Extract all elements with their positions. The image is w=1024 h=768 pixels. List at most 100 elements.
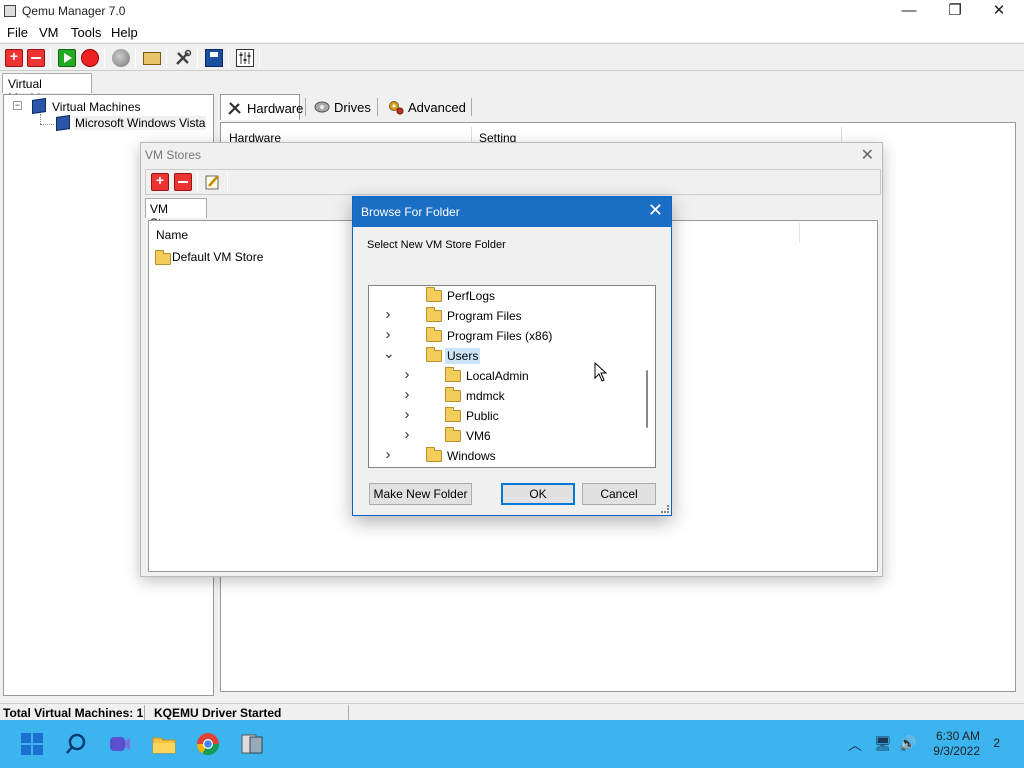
- make-new-folder-button[interactable]: Make New Folder: [369, 483, 472, 505]
- remove-store-icon[interactable]: [174, 173, 192, 191]
- restore-button[interactable]: ❐: [932, 0, 978, 22]
- status-kqemu: KQEMU Driver Started: [154, 706, 282, 720]
- chat-icon[interactable]: [108, 732, 132, 756]
- folder-icon: [426, 347, 442, 362]
- folder-tree-item[interactable]: › Windows: [369, 446, 639, 466]
- tree-vm-item[interactable]: Microsoft Windows Vista: [74, 116, 207, 130]
- edit-store-icon[interactable]: [204, 173, 222, 191]
- tools-icon[interactable]: [174, 49, 192, 67]
- vm-stores-close-icon[interactable]: ✕: [861, 145, 874, 165]
- tab-advanced-label: Advanced: [408, 100, 466, 115]
- folder-label: mdmck: [466, 389, 505, 403]
- folder-tree-item[interactable]: › Program Files: [369, 306, 639, 326]
- chevron-right-icon[interactable]: ›: [402, 386, 412, 403]
- status-bar: Total Virtual Machines: 1 KQEMU Driver S…: [0, 703, 1024, 721]
- vm-group-icon: [32, 98, 46, 114]
- folder-label: Public: [466, 409, 499, 423]
- folder-icon: [426, 447, 442, 462]
- drives-icon: [314, 99, 330, 115]
- vm-icon: [56, 115, 70, 131]
- clock[interactable]: 6:30 AM 9/3/2022: [933, 729, 980, 759]
- tab-advanced[interactable]: Advanced: [382, 94, 468, 120]
- folder-tree: PerfLogs › Program Files › Program Files (x8…: [368, 285, 656, 468]
- tab-hardware[interactable]: Hardware: [220, 94, 304, 120]
- qemu-manager-icon[interactable]: [240, 732, 264, 756]
- volume-icon[interactable]: 🔊: [899, 735, 916, 752]
- scrollbar-thumb[interactable]: [646, 370, 648, 428]
- tree-scrollbar[interactable]: [641, 288, 653, 465]
- settings-mixer-icon[interactable]: [236, 49, 254, 67]
- column-header-name[interactable]: Name: [156, 228, 188, 242]
- folder-icon: [445, 367, 461, 382]
- tab-drives[interactable]: Drives: [308, 94, 372, 120]
- list-item[interactable]: Default VM Store: [154, 249, 354, 267]
- main-toolbar: [0, 43, 1024, 71]
- taskbar: ︿ 🖥 🔊 6:30 AM 9/3/2022 2: [0, 720, 1024, 768]
- stop-vm-icon[interactable]: [81, 49, 99, 67]
- folder-tree-item[interactable]: › VM6: [369, 426, 639, 446]
- chevron-right-icon[interactable]: ›: [402, 426, 412, 443]
- chevron-down-icon[interactable]: ⌄: [383, 345, 395, 362]
- menu-tools[interactable]: Tools: [71, 25, 101, 40]
- folder-label: Users: [445, 348, 481, 364]
- tree-collapse-toggle[interactable]: −: [13, 101, 22, 110]
- hardware-tools-icon: [227, 100, 243, 116]
- tab-virtual-machines[interactable]: Virtual Machines: [2, 73, 92, 105]
- notification-badge[interactable]: 2: [993, 736, 1000, 750]
- chevron-right-icon[interactable]: ›: [402, 406, 412, 423]
- add-store-icon[interactable]: [151, 172, 169, 191]
- menu-help[interactable]: Help: [111, 25, 138, 40]
- add-vm-icon[interactable]: [5, 48, 23, 67]
- folder-label: Program Files (x86): [447, 329, 553, 343]
- browse-for-folder-dialog: Browse For Folder ✕ Select New VM Store …: [352, 196, 672, 516]
- advanced-gears-icon: [388, 99, 404, 115]
- folder-label: VM6: [466, 429, 491, 443]
- show-hidden-icons-icon[interactable]: ︿: [848, 735, 862, 755]
- tree-root-label[interactable]: Virtual Machines: [52, 100, 141, 114]
- chevron-right-icon[interactable]: ›: [383, 306, 393, 323]
- network-icon[interactable]: [112, 49, 130, 67]
- tab-vm-stores[interactable]: VM Stores: [145, 198, 207, 230]
- tab-hardware-label: Hardware: [247, 101, 304, 116]
- chevron-right-icon[interactable]: ›: [383, 326, 393, 343]
- menu-vm[interactable]: VM: [39, 25, 59, 40]
- remove-vm-icon[interactable]: [27, 49, 45, 67]
- folder-tree-item[interactable]: PerfLogs: [369, 286, 639, 306]
- chevron-right-icon[interactable]: ›: [402, 366, 412, 383]
- folder-label: Program Files: [447, 309, 522, 323]
- ok-button[interactable]: OK: [501, 483, 575, 505]
- folder-label: PerfLogs: [447, 289, 496, 303]
- cancel-button[interactable]: Cancel: [582, 483, 656, 505]
- search-icon[interactable]: [64, 732, 88, 756]
- folder-icon: [445, 427, 461, 442]
- folder-tree-item[interactable]: › Public: [369, 406, 639, 426]
- folder-icon: [426, 287, 442, 302]
- folder-icon: [445, 387, 461, 402]
- minimize-button[interactable]: —: [886, 0, 932, 22]
- folder-icon: [155, 250, 171, 265]
- file-explorer-icon[interactable]: [152, 732, 176, 756]
- menu-bar: File VM Tools Help: [0, 22, 1024, 42]
- network-icon[interactable]: 🖥: [874, 735, 892, 752]
- save-icon[interactable]: [205, 49, 223, 67]
- chrome-icon[interactable]: [196, 732, 220, 756]
- start-icon[interactable]: [20, 732, 44, 756]
- folder-label: LocalAdmin: [466, 369, 529, 383]
- folder-label: Windows: [447, 449, 496, 463]
- config-tabs: Hardware Drives Advanced: [218, 94, 1024, 120]
- folder-tree-item[interactable]: › Program Files (x86): [369, 326, 639, 346]
- store-name: Default VM Store: [172, 250, 264, 264]
- title-bar: Qemu Manager 7.0 — ❐ ✕: [0, 0, 1024, 22]
- date-text: 9/3/2022: [933, 744, 980, 758]
- dialog-close-icon[interactable]: ✕: [648, 201, 663, 219]
- close-button[interactable]: ✕: [976, 0, 1022, 22]
- status-vm-count: Total Virtual Machines: 1: [3, 706, 144, 720]
- vm-stores-title: VM Stores: [145, 148, 202, 162]
- resize-grip[interactable]: [661, 505, 669, 513]
- start-vm-icon[interactable]: [58, 49, 76, 67]
- open-folder-icon[interactable]: [143, 52, 161, 65]
- chevron-right-icon[interactable]: ›: [383, 446, 393, 463]
- tab-drives-label: Drives: [334, 100, 371, 115]
- menu-file[interactable]: File: [7, 25, 28, 40]
- folder-tree-item[interactable]: › mdmck: [369, 386, 639, 406]
